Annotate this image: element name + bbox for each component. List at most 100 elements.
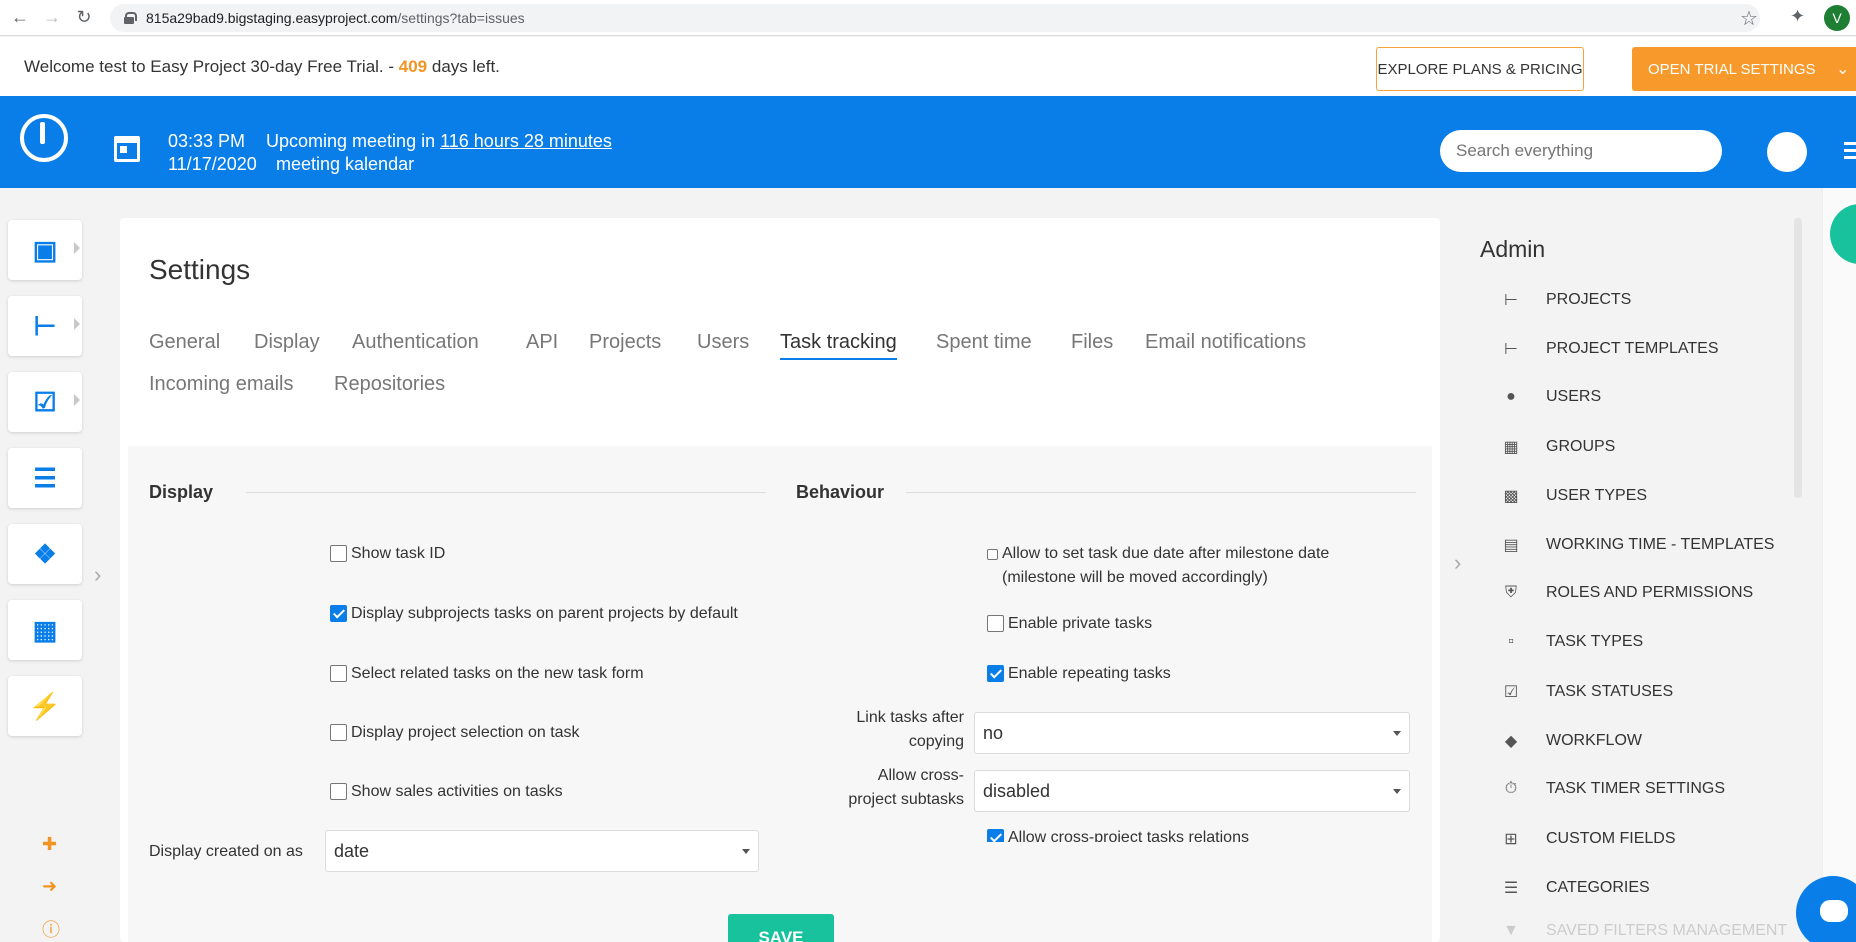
checkbox-display-subprojects[interactable]: Display subprojects tasks on parent proj… [330,602,750,626]
admin-item-users[interactable]: ● USERS [1500,388,1601,406]
meeting-countdown-link[interactable]: 116 hours 28 minutes [440,131,612,151]
chevron-down-icon: ⌄ [1836,61,1850,78]
address-bar[interactable]: 815a29bad9.bigstaging.easyproject.com/se… [110,4,1760,32]
url-path: /settings?tab=issues [397,10,525,26]
admin-item-projects[interactable]: ⊢ PROJECTS [1500,290,1631,310]
tab-users[interactable]: Users [697,331,749,358]
chevron-right-icon[interactable]: › [1454,550,1461,576]
tab-authentication[interactable]: Authentication [352,331,479,358]
back-icon[interactable]: ← [8,6,32,30]
hamburger-menu-icon[interactable] [1844,142,1856,160]
checkbox[interactable] [987,665,1004,682]
extensions-puzzle-icon[interactable]: ✦ [1790,6,1805,27]
checkbox[interactable] [987,829,1004,842]
tab-spent-time[interactable]: Spent time [936,331,1032,358]
save-button[interactable]: SAVE [728,914,834,942]
tab-email-notifications[interactable]: Email notifications [1145,331,1306,358]
checkbox-select-related-tasks[interactable]: Select related tasks on the new task for… [330,662,750,686]
checkbox[interactable] [987,549,998,560]
explore-plans-button[interactable]: EXPLORE PLANS & PRICING [1376,47,1584,91]
sidebar-tasks[interactable]: ☑ [8,372,82,432]
bookmark-star-icon[interactable]: ☆ [1740,6,1758,31]
tab-files[interactable]: Files [1071,331,1113,358]
checkbox[interactable] [330,783,347,800]
calendar-icon[interactable] [114,136,140,162]
checkbox-enable-private-tasks[interactable]: Enable private tasks [987,612,1407,636]
open-trial-settings-button[interactable]: OPEN TRIAL SETTINGS ⌄ [1632,47,1856,91]
profile-avatar[interactable]: V [1824,5,1850,31]
cross-project-select[interactable]: disabled [974,770,1410,812]
checkbox-due-date-after-milestone[interactable]: Allow to set task due date after milesto… [987,542,1407,590]
admin-item-task-timer[interactable]: ⏱ TASK TIMER SETTINGS [1500,780,1725,798]
user-avatar[interactable] [1767,132,1807,172]
checkbox[interactable] [330,724,347,741]
sidebar-projects[interactable]: ⊢ [8,296,82,356]
admin-item-task-statuses[interactable]: ☑ TASK STATUSES [1500,682,1673,702]
checkbox-enable-repeating-tasks[interactable]: Enable repeating tasks [987,662,1407,686]
admin-item-user-types[interactable]: ▩ USER TYPES [1500,486,1647,506]
checkbox-show-sales-activities[interactable]: Show sales activities on tasks [330,780,750,804]
admin-item-project-templates[interactable]: ⊢ PROJECT TEMPLATES [1500,339,1718,359]
chevron-right-icon[interactable]: › [94,562,101,588]
admin-item-label: WORKFLOW [1546,732,1642,749]
admin-item-groups[interactable]: ▦ GROUPS [1500,437,1615,457]
admin-item-saved-filters[interactable]: ▼ SAVED FILTERS MANAGEMENT [1500,922,1787,940]
tab-projects[interactable]: Projects [589,331,661,358]
forward-icon[interactable]: → [40,6,64,30]
cross-project-value: disabled [983,780,1051,801]
admin-item-working-time[interactable]: ▤ WORKING TIME - TEMPLATES [1500,535,1774,555]
admin-item-roles[interactable]: ⛨ ROLES AND PERMISSIONS [1500,584,1753,602]
sidebar-dashboard[interactable]: ▣ [8,220,82,280]
checkbox-cross-project-relations[interactable]: Allow cross-project tasks relations [987,826,1407,842]
tab-api[interactable]: API [526,331,558,358]
project-tree-icon: ⊢ [33,310,57,341]
admin-item-categories[interactable]: ☰ CATEGORIES [1500,878,1650,898]
admin-item-task-types[interactable]: ▫ TASK TYPES [1500,633,1643,651]
sign-in-icon[interactable]: ➜ [42,876,57,897]
checkbox-label: Select related tasks on the new task for… [351,665,644,682]
sidebar-quick-actions[interactable]: ⚡ [8,676,82,736]
reload-icon[interactable]: ↻ [72,6,96,30]
caret-down-icon [1393,789,1401,794]
link-tasks-label: Link tasks after copying [856,709,964,750]
project-tree-icon: ⊢ [1504,292,1518,309]
clipboard-check-icon: ☑ [33,386,57,417]
badge-icon: ▩ [1503,488,1519,505]
tab-repositories[interactable]: Repositories [334,373,445,400]
tab-task-tracking[interactable]: Task tracking [780,331,897,360]
checkbox[interactable] [987,615,1004,632]
sidebar-dropbox[interactable]: ❖ [8,524,82,584]
checkbox[interactable] [330,665,347,682]
checkbox[interactable] [330,605,347,622]
add-user-icon[interactable]: ✚ [42,834,57,855]
dashboard-icon: ▣ [32,234,58,265]
admin-item-label: CATEGORIES [1546,879,1650,896]
top-header: 03:33 PM 11/17/2020 Upcoming meeting in … [0,96,1856,188]
created-on-select[interactable]: date [325,830,759,872]
checkbox[interactable] [330,545,347,562]
created-on-label: Display created on as [149,843,303,860]
sidebar-list[interactable]: ☰ [8,448,82,508]
info-icon[interactable]: ⓘ [42,916,60,942]
sidebar-groups[interactable]: ▦ [8,600,82,660]
trial-banner: Welcome test to Easy Project 30-day Free… [0,37,1856,96]
admin-item-workflow[interactable]: ◆ WORKFLOW [1500,731,1642,751]
search-input[interactable] [1440,130,1722,172]
checkbox-display-project-selection[interactable]: Display project selection on task [330,721,750,745]
tab-incoming-emails[interactable]: Incoming emails [149,373,294,400]
filter-icon: ▼ [1503,922,1519,939]
trial-welcome-suffix: days left. [427,57,500,76]
link-tasks-select[interactable]: no [974,712,1410,754]
tab-display[interactable]: Display [254,331,320,358]
admin-item-custom-fields[interactable]: ⊞ CUSTOM FIELDS [1500,829,1675,849]
checkbox-show-task-id[interactable]: Show task ID [330,542,750,566]
admin-item-label: PROJECTS [1546,291,1632,308]
admin-item-label: GROUPS [1546,438,1616,455]
groups-icon: ▦ [32,614,58,645]
easy-project-logo-icon[interactable] [20,114,68,162]
chat-icon[interactable] [1796,876,1856,942]
checkbox-label: Show sales activities on tasks [351,783,563,800]
list-icon: ☰ [33,462,57,493]
tab-general[interactable]: General [149,331,220,358]
admin-scrollbar[interactable] [1794,218,1802,498]
